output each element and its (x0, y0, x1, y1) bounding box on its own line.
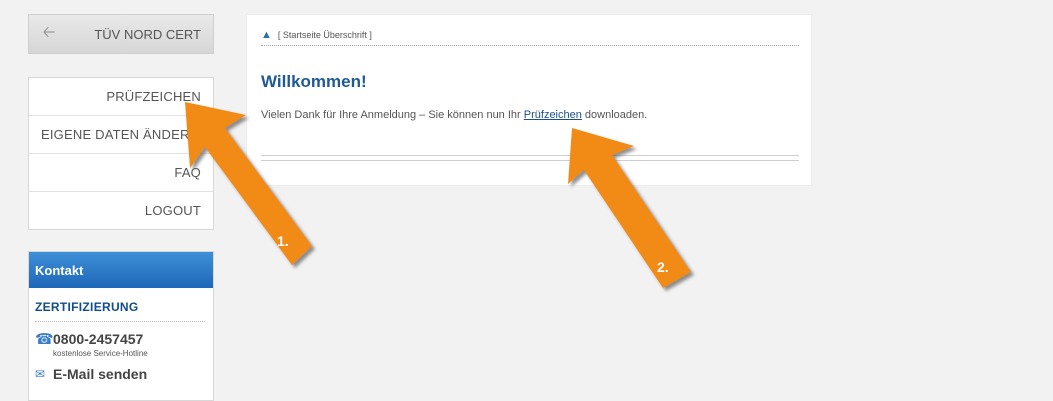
annotation-label-1: 1. (277, 233, 289, 249)
annotation-arrow-2 (568, 128, 691, 288)
annotation-arrow-1 (185, 102, 312, 265)
annotation-label-2: 2. (657, 259, 669, 275)
annotation-arrows: 1. 2. (185, 102, 691, 288)
